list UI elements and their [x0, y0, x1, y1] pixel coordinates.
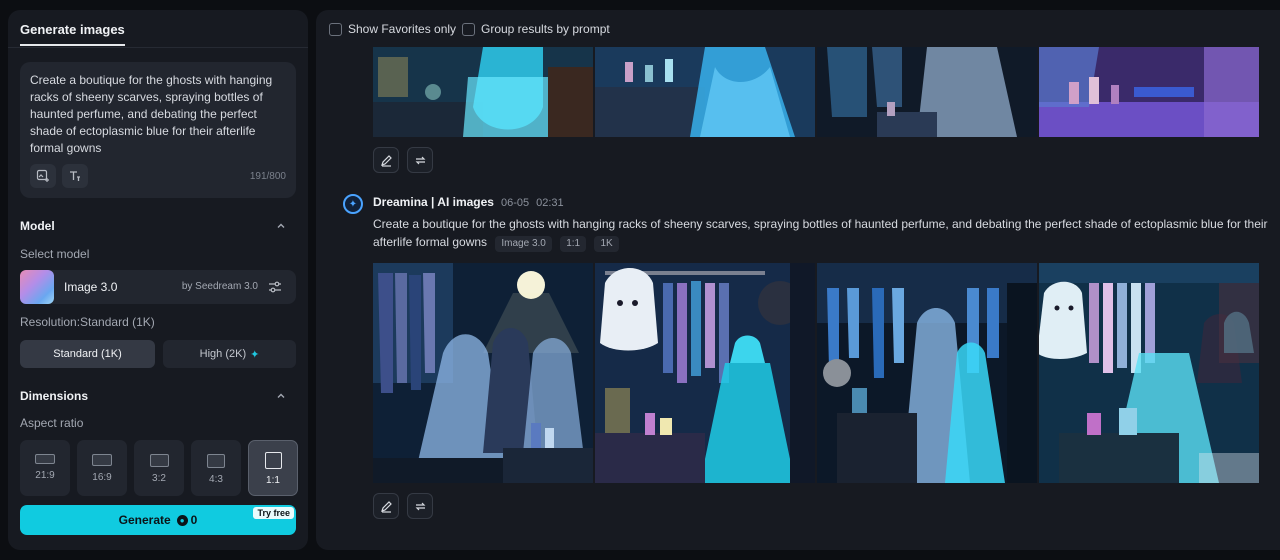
- result-author: Dreamina | AI images: [373, 195, 494, 209]
- regenerate-icon: [415, 502, 425, 510]
- aspect-option-1-1[interactable]: 1:1: [248, 440, 298, 496]
- result-time: 02:31: [536, 197, 564, 209]
- edit-button[interactable]: [373, 147, 399, 173]
- text-style-button[interactable]: [62, 164, 88, 188]
- aspect-option-21-9[interactable]: 21:9: [20, 440, 70, 496]
- prompt-input[interactable]: Create a boutique for the ghosts with ha…: [20, 62, 296, 198]
- ratio-shape-icon: [149, 454, 169, 467]
- model-section-title: Model: [20, 219, 55, 233]
- model-thumbnail: [20, 270, 54, 304]
- generate-label: Generate: [118, 513, 171, 527]
- text-icon: [70, 171, 80, 181]
- tab-generate-images[interactable]: Generate images: [20, 22, 125, 46]
- model-provider: by Seedream 3.0: [181, 281, 258, 292]
- favorites-filter[interactable]: Show Favorites only: [329, 22, 456, 36]
- ratio-shape-icon: [264, 452, 282, 469]
- group-filter[interactable]: Group results by prompt: [462, 22, 610, 36]
- image-add-icon: [36, 169, 49, 182]
- ratio-shape-icon: [207, 454, 225, 468]
- result-image[interactable]: [817, 263, 1037, 483]
- favorites-checkbox[interactable]: [329, 22, 342, 36]
- generate-button[interactable]: Generate ● 0 Try free: [20, 505, 296, 535]
- previous-result-actions: [373, 147, 433, 173]
- result-image[interactable]: [595, 263, 815, 483]
- favorites-filter-label: Show Favorites only: [348, 22, 457, 36]
- prompt-tools: [30, 164, 88, 188]
- aspect-ratio-label: Aspect ratio: [20, 416, 84, 430]
- prompt-text[interactable]: Create a boutique for the ghosts with ha…: [30, 72, 286, 157]
- result-image[interactable]: [1039, 263, 1259, 483]
- aspect-option-4-3[interactable]: 4:3: [191, 440, 241, 496]
- aspect-option-3-2[interactable]: 3:2: [134, 440, 184, 496]
- aspect-ratio-options: 21:9 16:9 3:2 4:3 1:1: [20, 440, 298, 496]
- sliders-icon[interactable]: [268, 280, 282, 294]
- aspect-label: 21:9: [35, 470, 55, 481]
- aspect-label: 16:9: [92, 472, 112, 483]
- resolution-standard-label: Standard (1K): [53, 348, 122, 360]
- result-actions: [373, 493, 433, 519]
- result-meta: Dreamina | AI images 06-05 02:31: [373, 195, 564, 209]
- resolution-high-label: High (2K): [199, 348, 247, 360]
- edit-icon: [380, 500, 392, 513]
- result-image[interactable]: [373, 263, 593, 483]
- edit-button[interactable]: [373, 493, 399, 519]
- aspect-label: 1:1: [266, 475, 280, 486]
- group-filter-label: Group results by prompt: [481, 22, 610, 36]
- resolution-standard-button[interactable]: Standard (1K): [20, 340, 155, 368]
- regenerate-button[interactable]: [407, 493, 433, 519]
- select-model-label: Select model: [20, 247, 90, 261]
- tab-divider: [8, 47, 308, 48]
- result-image[interactable]: [817, 47, 1037, 137]
- result-images: [373, 263, 1259, 483]
- results-panel: Show Favorites only Group results by pro…: [316, 10, 1280, 550]
- result-date: 06-05: [500, 197, 530, 209]
- resolution-label: Resolution:Standard (1K): [20, 315, 155, 329]
- aspect-option-16-9[interactable]: 16:9: [77, 440, 127, 496]
- credit-icon: ●: [176, 514, 188, 526]
- add-reference-button[interactable]: [30, 164, 56, 188]
- aspect-label: 3:2: [152, 473, 166, 484]
- generate-cost: 0: [190, 513, 198, 527]
- model-name: Image 3.0: [64, 280, 118, 294]
- try-free-badge: Try free: [253, 507, 294, 519]
- ratio-shape-icon: [35, 454, 55, 464]
- result-image[interactable]: [595, 47, 815, 137]
- sparkle-icon: ✦: [348, 198, 358, 210]
- result-image[interactable]: [1039, 47, 1259, 137]
- result-prompt: Create a boutique for the ghosts with ha…: [373, 215, 1273, 252]
- chevron-up-icon[interactable]: [276, 221, 286, 231]
- sparkle-icon: ✦: [250, 348, 260, 361]
- tag-model: Image 3.0: [495, 236, 552, 252]
- char-count: 191/800: [249, 171, 286, 182]
- result-image[interactable]: [373, 47, 593, 137]
- edit-icon: [380, 154, 392, 167]
- group-checkbox[interactable]: [462, 22, 475, 36]
- ratio-shape-icon: [92, 454, 112, 466]
- tag-ratio: 1:1: [560, 236, 587, 252]
- regenerate-icon: [415, 156, 425, 164]
- model-selector[interactable]: Image 3.0 by Seedream 3.0: [20, 270, 296, 304]
- dimensions-section-title: Dimensions: [20, 389, 89, 403]
- dreamina-avatar: ✦: [343, 194, 363, 214]
- chevron-up-icon[interactable]: [276, 391, 286, 401]
- resolution-high-button[interactable]: High (2K) ✦: [163, 340, 296, 368]
- generate-panel: Generate images Create a boutique for th…: [8, 10, 308, 550]
- aspect-label: 4:3: [209, 474, 223, 485]
- regenerate-button[interactable]: [407, 147, 433, 173]
- previous-result-images: [373, 47, 1259, 137]
- tag-resolution: 1K: [594, 236, 619, 252]
